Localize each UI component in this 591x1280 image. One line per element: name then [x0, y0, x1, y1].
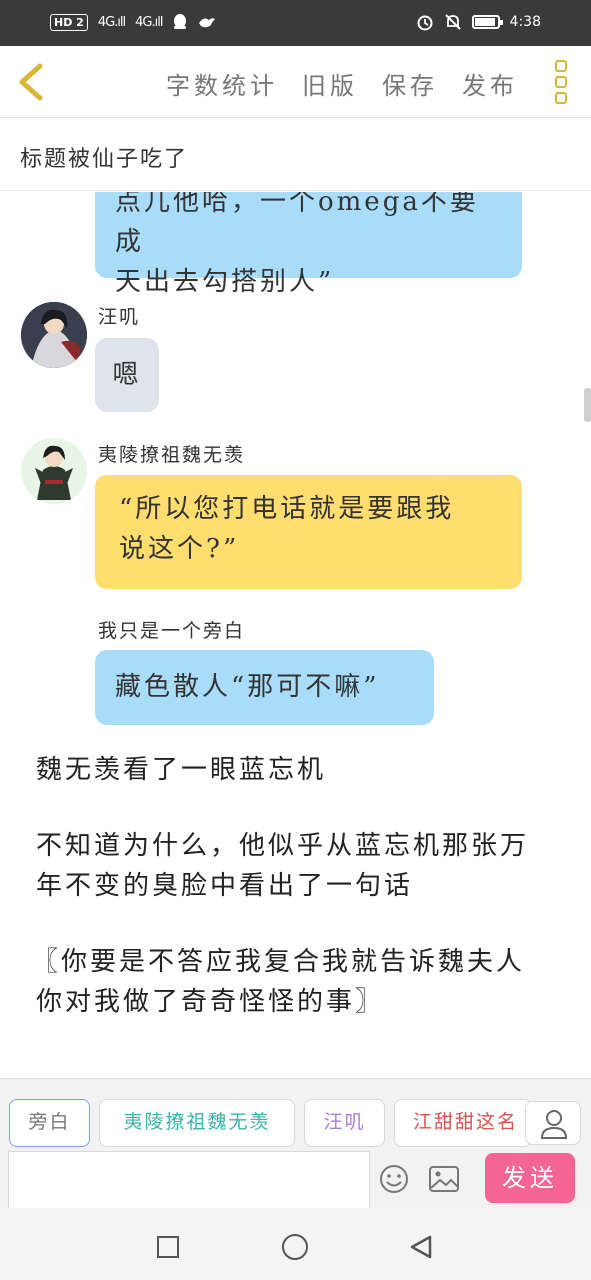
- role-chip[interactable]: 夷陵撩祖魏无羡: [99, 1099, 295, 1147]
- chat-bubble[interactable]: 点儿他哈，一个omega不要成 天出去勾搭别人”: [95, 192, 522, 297]
- avatar[interactable]: [21, 438, 87, 504]
- chat-content[interactable]: 点儿他哈，一个omega不要成 天出去勾搭别人” 汪叽 嗯 夷陵撩祖魏无羡 “所…: [0, 192, 591, 1078]
- bubble-text: 藏色散人“那可不嘛”: [115, 672, 380, 702]
- title-row[interactable]: 标题被仙子吃了: [0, 119, 591, 191]
- signal-icon: 4G.ıll: [97, 14, 126, 30]
- role-chip-label: 夷陵撩祖魏无羡: [123, 1111, 271, 1133]
- role-chip-label: 江甜甜这名: [413, 1111, 519, 1133]
- home-icon[interactable]: [282, 1234, 308, 1260]
- send-button[interactable]: 发送: [485, 1153, 575, 1203]
- signal-icon-2: 4G.ıll: [135, 14, 163, 30]
- chat-bubble[interactable]: “所以您打电话就是要跟我 说这个?”: [95, 475, 522, 589]
- message-input[interactable]: [8, 1151, 370, 1209]
- mute-icon: [444, 14, 461, 30]
- role-chip[interactable]: 汪叽: [304, 1099, 385, 1147]
- editor-toolbar: 字数统计 旧版 保存 发布: [0, 46, 591, 118]
- status-right: 4:38: [416, 13, 541, 31]
- document-title[interactable]: 标题被仙子吃了: [20, 141, 188, 173]
- bubble-text-line: “所以您打电话就是要跟我: [119, 494, 455, 524]
- avatar[interactable]: [21, 302, 87, 368]
- narration-line[interactable]: 〖你要是不答应我复合我就告诉魏夫人: [32, 942, 562, 982]
- back-triangle-icon[interactable]: [408, 1234, 434, 1260]
- avatar-image: [21, 302, 87, 368]
- bubble-text: 嗯: [112, 360, 142, 390]
- battery-icon: [471, 15, 503, 29]
- publish-button[interactable]: 发布: [462, 66, 518, 101]
- qq-icon: [174, 14, 187, 29]
- alarm-icon: [417, 15, 433, 31]
- add-role-button[interactable]: [525, 1101, 581, 1145]
- recents-icon[interactable]: [157, 1236, 179, 1258]
- hd-badge: HD 2: [50, 13, 88, 31]
- person-icon: [540, 1110, 568, 1139]
- image-icon[interactable]: [428, 1165, 460, 1193]
- speaker-name: 夷陵撩祖魏无羡: [98, 444, 246, 466]
- bird-icon: [199, 18, 216, 28]
- more-menu-icon[interactable]: [555, 60, 569, 104]
- status-bar: HD 2 4G.ıll 4G.ıll 4:38: [0, 0, 591, 46]
- narration-line[interactable]: ……: [36, 1056, 566, 1078]
- old-version-button[interactable]: 旧版: [302, 66, 358, 101]
- role-chip[interactable]: 旁白: [9, 1099, 90, 1147]
- speaker-name: 我只是一个旁白: [98, 620, 246, 642]
- toolbar-actions: 字数统计 旧版 保存 发布: [166, 66, 518, 101]
- narration-line[interactable]: 年不变的臭脸中看出了一句话: [36, 866, 566, 906]
- composer-panel: 旁白 夷陵撩祖魏无羡 汪叽 江甜甜这名 发送: [0, 1078, 591, 1209]
- save-button[interactable]: 保存: [382, 66, 438, 101]
- emoji-icon[interactable]: [378, 1163, 410, 1195]
- narration-line[interactable]: 不知道为什么，他似乎从蓝忘机那张万: [36, 826, 566, 866]
- system-nav-bar: [0, 1208, 591, 1280]
- clock: 4:38: [509, 14, 541, 30]
- bubble-text-line: 说这个?”: [119, 534, 240, 564]
- speaker-name: 汪叽: [98, 306, 141, 328]
- role-chip[interactable]: 江甜甜这名: [394, 1099, 532, 1147]
- chat-bubble[interactable]: 嗯: [95, 338, 159, 412]
- chat-bubble[interactable]: 藏色散人“那可不嘛”: [95, 650, 434, 725]
- narration-line[interactable]: 你对我做了奇奇怪怪的事〗: [36, 982, 566, 1022]
- role-chip-label: 汪叽: [323, 1111, 366, 1133]
- status-left: HD 2 4G.ıll 4G.ıll: [50, 13, 216, 31]
- back-arrow-icon[interactable]: [14, 62, 50, 102]
- role-chip-label: 旁白: [28, 1111, 71, 1133]
- word-count-button[interactable]: 字数统计: [166, 66, 278, 101]
- bubble-text-line: 点儿他哈，一个omega不要成: [115, 192, 479, 257]
- narration-line[interactable]: 魏无羡看了一眼蓝忘机: [36, 750, 566, 790]
- avatar-image: [21, 438, 87, 504]
- bubble-text-line: 天出去勾搭别人”: [115, 267, 335, 297]
- scrollbar-thumb[interactable]: [584, 388, 591, 422]
